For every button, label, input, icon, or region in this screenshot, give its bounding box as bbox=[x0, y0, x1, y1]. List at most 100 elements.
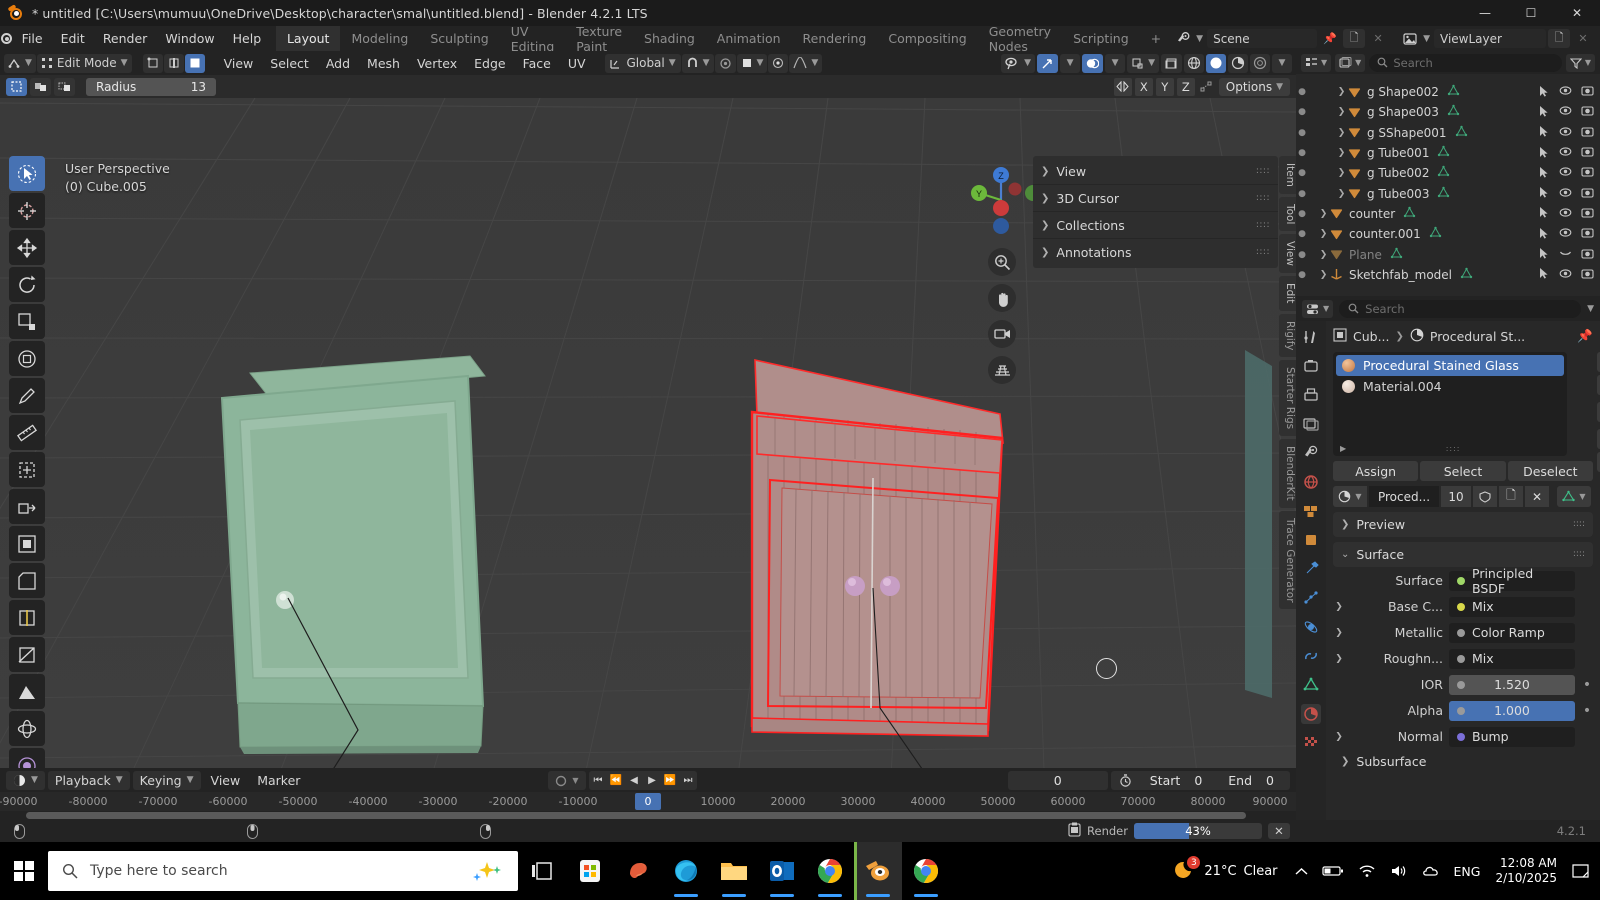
transform-orientation-dropdown[interactable]: Global ▼ bbox=[604, 53, 681, 73]
selectable-cursor-icon[interactable] bbox=[1538, 186, 1550, 201]
tool-extrude[interactable] bbox=[9, 489, 45, 524]
selectable-cursor-icon[interactable] bbox=[1538, 85, 1550, 100]
google-chrome-icon[interactable] bbox=[806, 842, 854, 900]
menu-help[interactable]: Help bbox=[224, 26, 271, 51]
expand-chevron-right-icon[interactable]: ❯ bbox=[1317, 250, 1330, 260]
mirror-axis-z-button[interactable]: Z bbox=[1176, 77, 1195, 96]
tool-tweak[interactable] bbox=[9, 156, 45, 191]
expand-chevron-right-icon[interactable]: ❯ bbox=[1333, 602, 1345, 612]
tab-world[interactable] bbox=[1301, 472, 1321, 492]
scene-name-field[interactable]: Scene bbox=[1207, 29, 1318, 48]
xray-toggle-icon[interactable]: ▼ bbox=[1127, 53, 1159, 73]
microsoft-store-icon[interactable] bbox=[566, 842, 614, 900]
material-name-field[interactable]: Proced... bbox=[1369, 486, 1439, 507]
hide-in-viewport-eye-icon[interactable] bbox=[1559, 187, 1572, 201]
menu-window[interactable]: Window bbox=[156, 26, 223, 51]
play-reverse-button[interactable]: ◀ bbox=[625, 771, 643, 790]
workspace-tab-shading[interactable]: Shading bbox=[633, 26, 706, 51]
mesh-data-icon[interactable] bbox=[1437, 165, 1450, 181]
expand-chevron-right-icon[interactable]: ❯ bbox=[1335, 168, 1348, 178]
outliner-row[interactable]: ● ❯ counter bbox=[1296, 204, 1600, 224]
expand-chevron-right-icon[interactable]: ❯ bbox=[1335, 87, 1348, 97]
mesh-data-icon[interactable] bbox=[1437, 186, 1450, 202]
tool-add-cube[interactable] bbox=[9, 452, 45, 487]
surface-shader-value[interactable]: Principled BSDF bbox=[1449, 566, 1575, 596]
properties-editor-type-button[interactable]: ▼ bbox=[1302, 299, 1334, 318]
list-item[interactable]: Material.004 bbox=[1336, 376, 1564, 397]
tool-scale[interactable] bbox=[9, 304, 45, 339]
timeline-ruler[interactable]: -90000 -80000 -70000 -60000 -50000 -4000… bbox=[0, 792, 1296, 811]
npanel-section-collections[interactable]: ❯ Collections :::: bbox=[1033, 212, 1278, 239]
sidebar-tab-starter-rigs[interactable]: Starter Rigs bbox=[1279, 360, 1296, 437]
material-slot-list[interactable]: Procedural Stained Glass Material.004 ▶ … bbox=[1333, 352, 1567, 456]
disable-in-renders-camera-icon[interactable] bbox=[1581, 85, 1594, 99]
disable-in-renders-camera-icon[interactable] bbox=[1581, 105, 1594, 119]
panel-preview[interactable]: ❯ Preview :::: bbox=[1333, 512, 1593, 537]
jump-to-start-button[interactable]: ⏮ bbox=[589, 771, 607, 790]
list-resize-grip[interactable]: ▶ :::: bbox=[1333, 444, 1567, 453]
expand-chevron-right-icon[interactable]: ❯ bbox=[1333, 732, 1345, 742]
outliner-tree[interactable]: ● ❯ g Shape002 ● ❯ g Shape003 ● ❯ g SShape001 ● ❯ g… bbox=[1296, 74, 1600, 296]
normal-value[interactable]: Bump bbox=[1449, 726, 1575, 747]
hide-in-viewport-eye-icon[interactable] bbox=[1559, 85, 1572, 99]
tool-inset-faces[interactable] bbox=[9, 526, 45, 561]
tab-modifiers[interactable] bbox=[1301, 559, 1321, 579]
shading-solid-wire-icon[interactable] bbox=[1184, 53, 1204, 73]
deselect-button[interactable]: Deselect bbox=[1507, 461, 1593, 481]
shading-solid-icon[interactable] bbox=[1206, 53, 1226, 73]
proportional-falloff-button[interactable]: ▼ bbox=[736, 53, 768, 73]
disable-in-renders-camera-icon[interactable] bbox=[1581, 227, 1594, 241]
expand-chevron-right-icon[interactable]: ❯ bbox=[1333, 654, 1345, 664]
sidebar-tab-item[interactable]: Item bbox=[1279, 156, 1296, 194]
tab-view-layer[interactable] bbox=[1301, 414, 1321, 434]
microsoft-edge-icon[interactable] bbox=[662, 842, 710, 900]
hide-in-viewport-eye-icon[interactable] bbox=[1559, 105, 1572, 119]
mesh-data-icon[interactable] bbox=[1447, 84, 1460, 100]
sidebar-tab-trace-generator[interactable]: Trace Generator bbox=[1279, 510, 1296, 610]
tab-render[interactable] bbox=[1301, 356, 1321, 376]
mesh-data-icon[interactable] bbox=[1455, 125, 1468, 141]
workspace-tab-layout[interactable]: Layout bbox=[275, 26, 341, 51]
outliner-row[interactable]: ● ❯ Sketchfab_model bbox=[1296, 265, 1600, 285]
workspace-tab-scripting[interactable]: Scripting bbox=[1062, 26, 1140, 51]
blender-menu-icon[interactable] bbox=[0, 26, 13, 51]
select-mode-extend-icon[interactable] bbox=[54, 77, 75, 96]
delete-scene-button[interactable]: ✕ bbox=[1367, 29, 1389, 48]
metallic-value[interactable]: Color Ramp bbox=[1449, 622, 1575, 643]
task-view-button[interactable] bbox=[518, 842, 566, 900]
selectable-cursor-icon[interactable] bbox=[1538, 206, 1550, 221]
tab-material[interactable] bbox=[1301, 704, 1321, 724]
mirror-axis-y-button[interactable]: Y bbox=[1155, 77, 1174, 96]
disable-in-renders-camera-icon[interactable] bbox=[1581, 126, 1594, 140]
expand-chevron-right-icon[interactable]: ❯ bbox=[1335, 148, 1348, 158]
disable-in-renders-camera-icon[interactable] bbox=[1581, 268, 1594, 282]
selectable-cursor-icon[interactable] bbox=[1538, 227, 1550, 242]
visibility-dot-icon[interactable]: ● bbox=[1296, 107, 1308, 117]
clock[interactable]: 12:08 AM 2/10/2025 bbox=[1487, 856, 1565, 886]
delete-viewlayer-button[interactable]: ✕ bbox=[1572, 29, 1594, 48]
roughness-value[interactable]: Mix bbox=[1449, 648, 1575, 669]
selectable-cursor-icon[interactable] bbox=[1538, 267, 1550, 282]
language-indicator[interactable]: ENG bbox=[1447, 864, 1488, 879]
notification-center-icon[interactable] bbox=[1565, 863, 1596, 879]
tab-collection[interactable] bbox=[1301, 501, 1321, 521]
selectable-cursor-icon[interactable] bbox=[1538, 247, 1550, 262]
workspace-tab-rendering[interactable]: Rendering bbox=[792, 26, 878, 51]
tab-physics[interactable] bbox=[1301, 617, 1321, 637]
file-explorer-icon[interactable] bbox=[710, 842, 758, 900]
unlink-material-button[interactable]: ✕ bbox=[1525, 486, 1549, 507]
close-button[interactable]: ✕ bbox=[1554, 0, 1600, 26]
mesh-data-icon[interactable] bbox=[1460, 267, 1473, 283]
timeline-menu-marker[interactable]: Marker bbox=[250, 768, 307, 792]
animate-dot[interactable]: • bbox=[1581, 678, 1593, 692]
play-button[interactable]: ▶ bbox=[643, 771, 661, 790]
sidebar-tab-blenderkit[interactable]: BlenderKit bbox=[1279, 439, 1296, 508]
base-color-value[interactable]: Mix bbox=[1449, 596, 1575, 617]
sidebar-tab-view[interactable]: View bbox=[1279, 234, 1296, 274]
expand-chevron-right-icon[interactable]: ❯ bbox=[1335, 189, 1348, 199]
hide-in-viewport-eye-icon[interactable] bbox=[1559, 248, 1572, 262]
hide-in-viewport-eye-icon[interactable] bbox=[1559, 227, 1572, 241]
shading-rendered-icon[interactable] bbox=[1250, 53, 1270, 73]
workspace-tab-texture-paint[interactable]: Texture Paint bbox=[565, 24, 633, 54]
hide-in-viewport-eye-icon[interactable] bbox=[1559, 166, 1572, 180]
